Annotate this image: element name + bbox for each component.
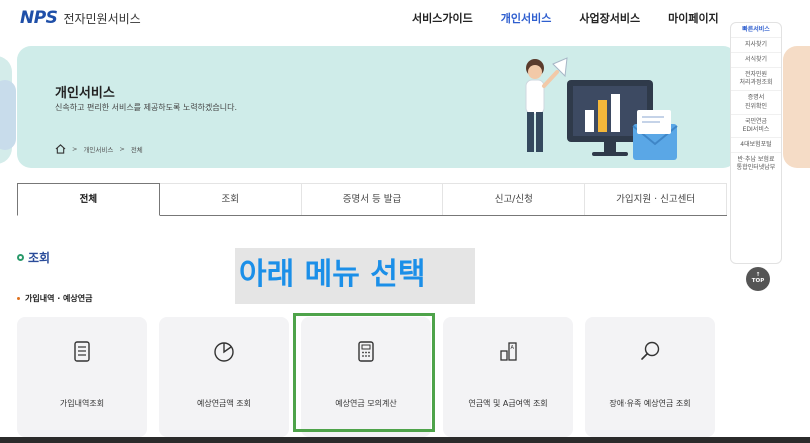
dot-bullet-icon: [17, 297, 20, 300]
section-subtitle: 가입내역 · 예상연금: [17, 293, 93, 304]
pie-chart-icon: [214, 342, 234, 362]
quick-menu-item[interactable]: 전자민원 처리과정조회: [731, 67, 781, 90]
tab-certificate[interactable]: 증명서 등 발급: [301, 183, 444, 215]
page: NPS 전자민원서비스 서비스가이드 개인서비스 사업장서비스 마이페이지 개인…: [0, 0, 810, 437]
quick-menu-item[interactable]: 증명서 진위확인: [731, 90, 781, 113]
card-pension-a-benefit[interactable]: A 연금액 및 A급여액 조회: [443, 317, 573, 437]
decorative-blob: [0, 80, 16, 150]
banner-illustration: [525, 57, 678, 160]
quick-menu-title: 빠른서비스: [742, 26, 770, 33]
main-nav: 서비스가이드 개인서비스 사업장서비스 마이페이지: [412, 10, 747, 26]
tab-support-center[interactable]: 가입지원 · 신고센터: [585, 183, 727, 215]
tab-inquiry[interactable]: 조회: [159, 183, 302, 215]
chevron-right-icon: >: [72, 145, 78, 153]
banner-subtitle: 신속하고 편리한 서비스를 제공하도록 노력하겠습니다.: [55, 103, 237, 112]
quick-menu-item[interactable]: 지사찾기: [731, 37, 781, 52]
scroll-top-button[interactable]: ↑ TOP: [746, 267, 770, 291]
nav-service-guide[interactable]: 서비스가이드: [412, 10, 473, 26]
magnifier-icon: [641, 341, 660, 360]
logo-mark: NPS: [20, 8, 58, 28]
selection-highlight: [293, 313, 435, 432]
card-label: 장애·유족 예상연금 조회: [609, 399, 691, 408]
banner-title: 개인서비스: [55, 86, 115, 101]
category-tabs: 전체 조회 증명서 등 발급 신고/신청 가입지원 · 신고센터: [17, 183, 727, 216]
section-title-text: 조회: [28, 251, 51, 265]
quick-menu-item[interactable]: 국민연금 EDI서비스: [731, 113, 781, 137]
card-label: 예상연금액 조회: [196, 399, 252, 408]
bar-chart-icon: A: [500, 342, 517, 361]
logo[interactable]: NPS 전자민원서비스: [20, 8, 141, 28]
quick-menu-item[interactable]: 4대보험포털: [731, 136, 781, 152]
card-label: 연금액 및 A급여액 조회: [468, 399, 548, 408]
breadcrumb: > 개인서비스 > 전체: [55, 144, 143, 154]
nav-business-service[interactable]: 사업장서비스: [579, 10, 640, 26]
quick-menu-item[interactable]: 서식찾기: [731, 52, 781, 67]
card-label: 가입내역조회: [59, 399, 105, 408]
card-disability-survivor[interactable]: 장애·유족 예상연금 조회: [585, 317, 715, 437]
breadcrumb-item[interactable]: 전체: [131, 144, 143, 154]
decorative-blob: [783, 46, 810, 168]
svg-text:A: A: [511, 345, 515, 351]
home-icon[interactable]: [55, 144, 66, 154]
breadcrumb-item[interactable]: 개인서비스: [83, 144, 113, 154]
section-title: 조회: [17, 249, 50, 266]
top-label: TOP: [751, 278, 765, 285]
quick-menu-item[interactable]: 반·추납 보험료 통합인터넷납부: [731, 151, 781, 175]
section-subtitle-text: 가입내역 · 예상연금: [25, 294, 93, 303]
tab-all[interactable]: 전체: [17, 183, 160, 216]
logo-text: 전자민원서비스: [63, 11, 141, 26]
nav-personal-service[interactable]: 개인서비스: [501, 10, 552, 26]
hero-banner: 개인서비스 신속하고 편리한 서비스를 제공하도록 노력하겠습니다. > 개인서…: [17, 46, 737, 168]
nav-mypage[interactable]: 마이페이지: [668, 10, 719, 26]
bottom-edge: [0, 437, 810, 443]
document-list-icon: [74, 341, 90, 362]
circle-bullet-icon: [17, 254, 24, 261]
instruction-overlay: 아래 메뉴 선택: [235, 248, 475, 304]
card-expected-pension[interactable]: 예상연금액 조회: [159, 317, 289, 437]
card-subscription-history[interactable]: 가입내역조회: [17, 317, 147, 437]
chevron-right-icon: >: [119, 145, 125, 153]
tab-report[interactable]: 신고/신청: [443, 183, 586, 215]
quick-menu: 빠른서비스지사찾기 서식찾기 전자민원 처리과정조회 증명서 진위확인 국민연금 EDI서비스…: [730, 22, 782, 264]
site-header: NPS 전자민원서비스 서비스가이드 개인서비스 사업장서비스 마이페이지: [0, 0, 730, 36]
